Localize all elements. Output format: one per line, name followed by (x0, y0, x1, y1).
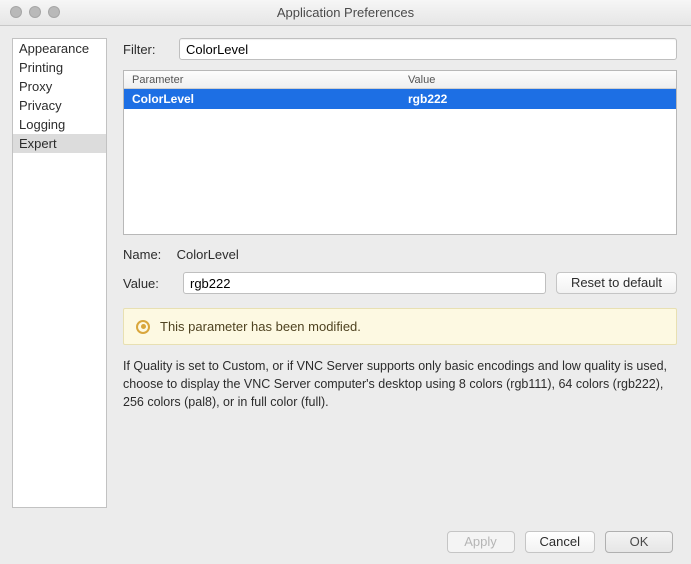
table-cell-parameter: ColorLevel (124, 92, 400, 106)
main-panel: Filter: Parameter Value ColorLevel rgb22… (123, 38, 691, 520)
detail-name-label: Name: (123, 247, 173, 262)
zoom-window-button[interactable] (48, 6, 60, 18)
modified-notice-text: This parameter has been modified. (160, 319, 361, 334)
detail-value-row: Value: Reset to default (123, 272, 677, 294)
sidebar-item-appearance[interactable]: Appearance (13, 39, 106, 58)
sidebar-item-proxy[interactable]: Proxy (13, 77, 106, 96)
window-body: Appearance Printing Proxy Privacy Loggin… (0, 26, 691, 520)
detail-name-row: Name: ColorLevel (123, 247, 677, 262)
ok-button[interactable]: OK (605, 531, 673, 553)
table-header-parameter[interactable]: Parameter (124, 74, 400, 86)
table-header-value[interactable]: Value (400, 74, 676, 86)
cancel-button[interactable]: Cancel (525, 531, 595, 553)
dialog-footer: Apply Cancel OK (0, 520, 691, 564)
sidebar: Appearance Printing Proxy Privacy Loggin… (12, 38, 107, 508)
sidebar-item-logging[interactable]: Logging (13, 115, 106, 134)
minimize-window-button[interactable] (29, 6, 41, 18)
table-header: Parameter Value (124, 71, 676, 89)
sidebar-item-expert[interactable]: Expert (13, 134, 106, 153)
parameter-table: Parameter Value ColorLevel rgb222 (123, 70, 677, 235)
modified-notice: This parameter has been modified. (123, 308, 677, 345)
titlebar: Application Preferences (0, 0, 691, 26)
detail-value-label: Value: (123, 276, 173, 291)
sidebar-item-privacy[interactable]: Privacy (13, 96, 106, 115)
detail-name-value: ColorLevel (177, 247, 239, 262)
apply-button[interactable]: Apply (447, 531, 515, 553)
filter-input[interactable] (179, 38, 677, 60)
table-row[interactable]: ColorLevel rgb222 (124, 89, 676, 109)
filter-row: Filter: (123, 38, 677, 60)
modified-icon (136, 320, 150, 334)
table-cell-value: rgb222 (400, 92, 676, 106)
reset-to-default-button[interactable]: Reset to default (556, 272, 677, 294)
close-window-button[interactable] (10, 6, 22, 18)
detail-value-input[interactable] (183, 272, 546, 294)
window-title: Application Preferences (0, 5, 691, 20)
sidebar-item-printing[interactable]: Printing (13, 58, 106, 77)
filter-label: Filter: (123, 42, 173, 57)
window-controls (10, 6, 60, 18)
parameter-description: If Quality is set to Custom, or if VNC S… (123, 357, 677, 411)
